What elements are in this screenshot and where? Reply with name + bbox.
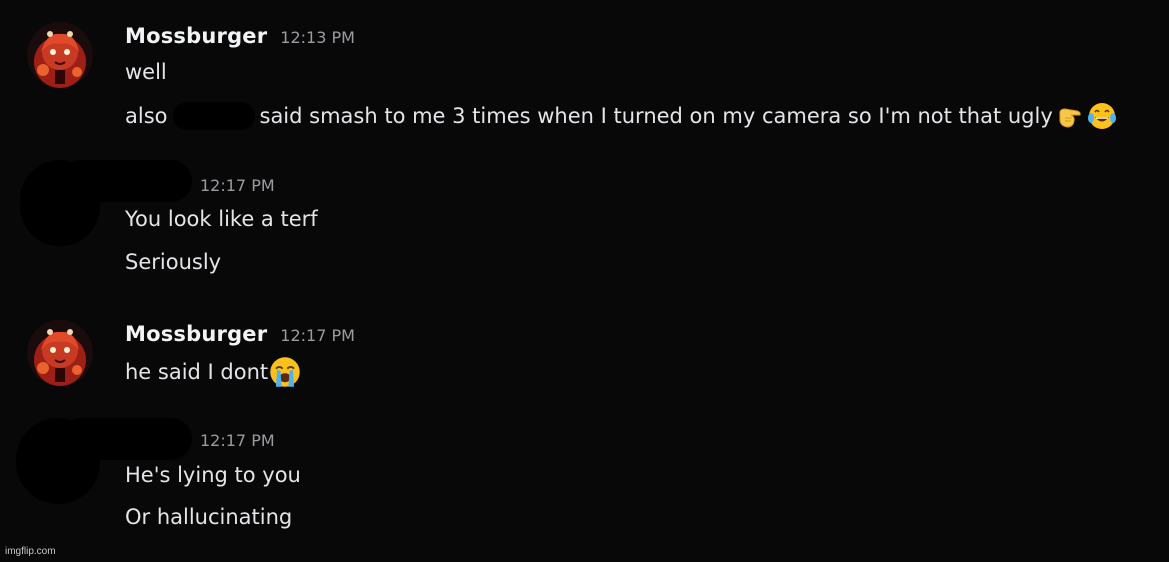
message-text: He's lying to you [125, 463, 301, 487]
timestamp[interactable]: 12:17 PM [200, 431, 275, 450]
cookie-avatar-icon [27, 320, 93, 386]
message-text: Seriously [125, 250, 221, 274]
watermark: imgflip.com [5, 546, 56, 557]
timestamp[interactable]: 12:17 PM [280, 326, 355, 345]
chat-log: Mossburger 12:13 PM well also said smash… [0, 0, 1169, 562]
message-text: also said smash to me 3 times when I tur… [125, 101, 1117, 131]
message-line: well [125, 60, 167, 84]
message-line: Or hallucinating [125, 505, 293, 529]
username[interactable]: Mossburger [125, 24, 267, 48]
message-line: Seriously [125, 250, 222, 274]
message-line: he said I dont [125, 360, 269, 384]
redacted-username [60, 418, 192, 460]
message-header: Mossburger 12:13 PM [125, 24, 355, 48]
username[interactable]: Mossburger [125, 322, 267, 346]
loudly-crying-emoji-icon [270, 357, 300, 387]
tears-of-joy-emoji-icon [1087, 103, 1116, 129]
timestamp[interactable]: 12:13 PM [280, 28, 355, 47]
message-header: 12:17 PM [200, 176, 275, 195]
message-line: You look like a terf [125, 207, 318, 231]
redacted-mention [172, 102, 255, 130]
message-header: 12:17 PM [200, 431, 275, 450]
message-line-suffix: said smash to me 3 times when I turned o… [259, 104, 1053, 128]
pointing-hand-emoji-icon [1059, 108, 1081, 128]
redacted-username [60, 160, 192, 202]
message-line: He's lying to you [125, 463, 301, 487]
timestamp[interactable]: 12:17 PM [200, 176, 275, 195]
message-text: You look like a terf [125, 207, 318, 231]
message-header: Mossburger 12:17 PM [125, 322, 355, 346]
message-text: well [125, 60, 167, 84]
avatar[interactable] [27, 22, 93, 88]
message-line-prefix: also [125, 104, 168, 128]
message-text: he said I dont [125, 355, 302, 389]
message-text: Or hallucinating [125, 505, 292, 529]
cookie-avatar-icon [27, 22, 93, 88]
avatar[interactable] [27, 320, 93, 386]
